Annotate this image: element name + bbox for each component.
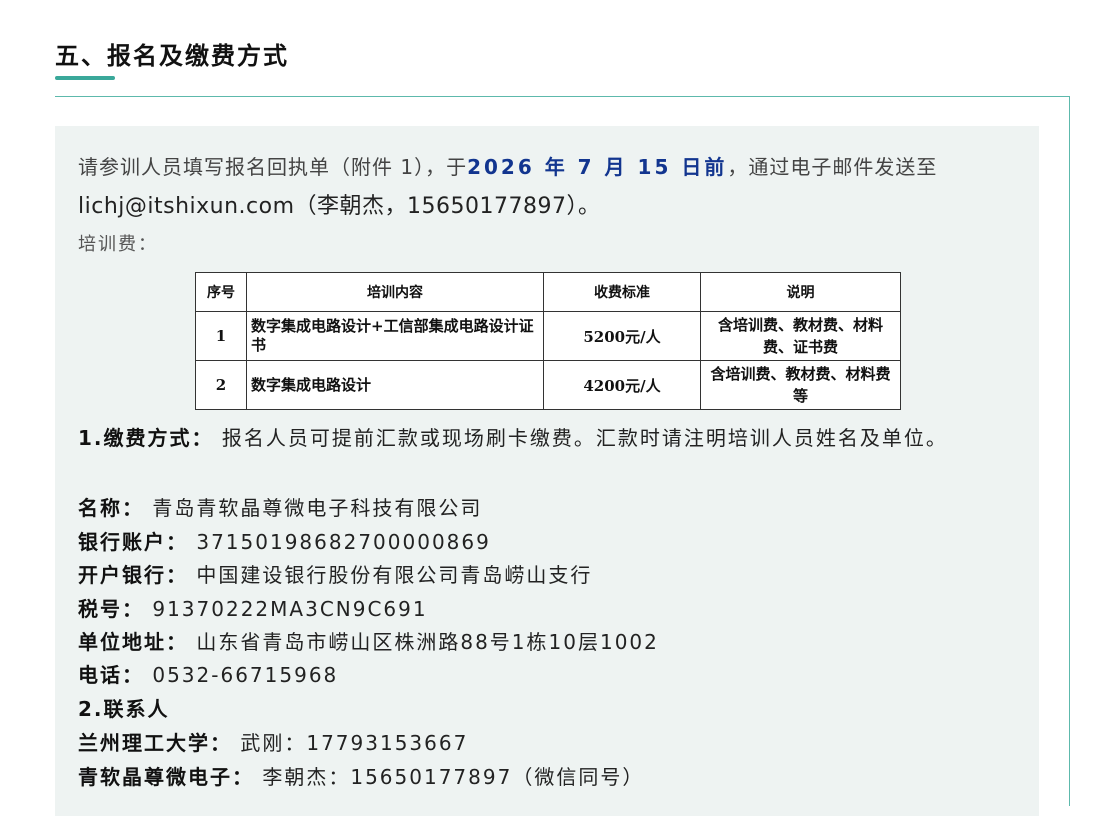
intro-text-before: 请参训人员填写报名回执单（附件 1），于 bbox=[78, 155, 468, 179]
contact-person: 李朝杰：15650177897（微信同号） bbox=[254, 765, 645, 789]
title-underline bbox=[55, 76, 115, 80]
intro-text-after: ，通过电子邮件发送至 bbox=[727, 155, 938, 179]
table-row: 2 数字集成电路设计 4200元/人 含培训费、教材费、材料费等 bbox=[195, 360, 901, 410]
row-seq: 2 bbox=[195, 360, 247, 410]
contact-item: 青软晶尊微电子： 李朝杰：15650177897（微信同号） bbox=[78, 761, 1023, 790]
row-note: 含培训费、教材费、材料费等 bbox=[700, 360, 901, 410]
payment-method: 1.缴费方式： 报名人员可提前汇款或现场刷卡缴费。汇款时请注明培训人员姓名及单位… bbox=[78, 422, 1023, 454]
row-price: 5200元/人 bbox=[543, 311, 701, 361]
frame-right-border bbox=[1069, 96, 1070, 806]
contact-item: 兰州理工大学： 武刚：17793153667 bbox=[78, 727, 1023, 756]
frame-top-border bbox=[55, 96, 1070, 97]
bank-account-value: 371501986827000008​69 bbox=[188, 530, 491, 554]
fee-table-header-row: 序号 培训内容 收费标准 说明 bbox=[195, 272, 901, 312]
contact-org: 青软晶尊微电子： bbox=[78, 765, 254, 789]
header-seq: 序号 bbox=[195, 272, 247, 312]
fee-label: 培训费： bbox=[78, 234, 158, 255]
row-price: 4200元/人 bbox=[543, 360, 701, 410]
section-title: 五、报名及缴费方式 bbox=[55, 42, 289, 70]
phone: 电话： 0532-66715968 bbox=[78, 659, 1023, 688]
bank-account-label: 银行账户： bbox=[78, 530, 188, 554]
company-name-label: 名称： bbox=[78, 496, 144, 520]
company-name: 名称： 青岛青软晶尊微电子科技有限公司 bbox=[78, 492, 1023, 521]
tax-id: 税号： 91370222MA3CN9C691 bbox=[78, 593, 1023, 622]
company-name-value: 青岛青软晶尊微电子科技有限公司 bbox=[144, 496, 483, 520]
header-content: 培训内容 bbox=[246, 272, 544, 312]
table-row: 1 数字集成电路设计+工信部集成电路设计证书 5200元/人 含培训费、教材费、… bbox=[195, 311, 901, 361]
content-panel: 请参训人员填写报名回执单（附件 1），于2026 年 7 月 15 日前，通过电… bbox=[55, 126, 1039, 816]
header-note: 说明 bbox=[700, 272, 901, 312]
payment-label: 1.缴费方式： bbox=[78, 426, 214, 450]
row-content: 数字集成电路设计+工信部集成电路设计证书 bbox=[246, 311, 544, 361]
row-content: 数字集成电路设计 bbox=[246, 360, 544, 410]
deadline: 2026 年 7 月 15 日前 bbox=[467, 155, 728, 179]
address-label: 单位地址： bbox=[78, 630, 188, 654]
contact-org: 兰州理工大学： bbox=[78, 731, 232, 755]
row-note: 含培训费、教材费、材料费、证书费 bbox=[700, 311, 901, 361]
bank-account: 银行账户： 371501986827000008​69 bbox=[78, 526, 1023, 555]
phone-label: 电话： bbox=[78, 663, 144, 687]
contacts-heading-label: 2.联系人 bbox=[78, 697, 170, 721]
bank: 开户银行： 中国建设银行股份有限公司青岛崂山支行 bbox=[78, 559, 1023, 588]
contacts-heading: 2.联系人 bbox=[78, 693, 1023, 722]
intro-paragraph: 请参训人员填写报名回执单（附件 1），于2026 年 7 月 15 日前，通过电… bbox=[78, 148, 1023, 226]
address-value: 山东省青岛市崂山区株洲路88号1栋10层1002 bbox=[188, 630, 659, 654]
phone-value: 0532-66715968 bbox=[144, 663, 339, 687]
contact-person: 武刚：17793153667 bbox=[232, 731, 469, 755]
header-price: 收费标准 bbox=[543, 272, 701, 312]
row-seq: 1 bbox=[195, 311, 247, 361]
payment-text: 报名人员可提前汇款或现场刷卡缴费。汇款时请注明培训人员姓名及单位。 bbox=[213, 426, 948, 450]
bank-label: 开户银行： bbox=[78, 563, 188, 587]
tax-id-label: 税号： bbox=[78, 597, 144, 621]
bank-value: 中国建设银行股份有限公司青岛崂山支行 bbox=[188, 563, 593, 587]
address: 单位地址： 山东省青岛市崂山区株洲路88号1栋10层1002 bbox=[78, 626, 1023, 655]
email-contact: lichj@itshixun.com（李朝杰，15650177897）。 bbox=[78, 194, 601, 219]
fee-table: 序号 培训内容 收费标准 说明 1 数字集成电路设计+工信部集成电路设计证书 5… bbox=[195, 272, 901, 410]
tax-id-value: 91370222MA3CN9C691 bbox=[144, 597, 428, 621]
